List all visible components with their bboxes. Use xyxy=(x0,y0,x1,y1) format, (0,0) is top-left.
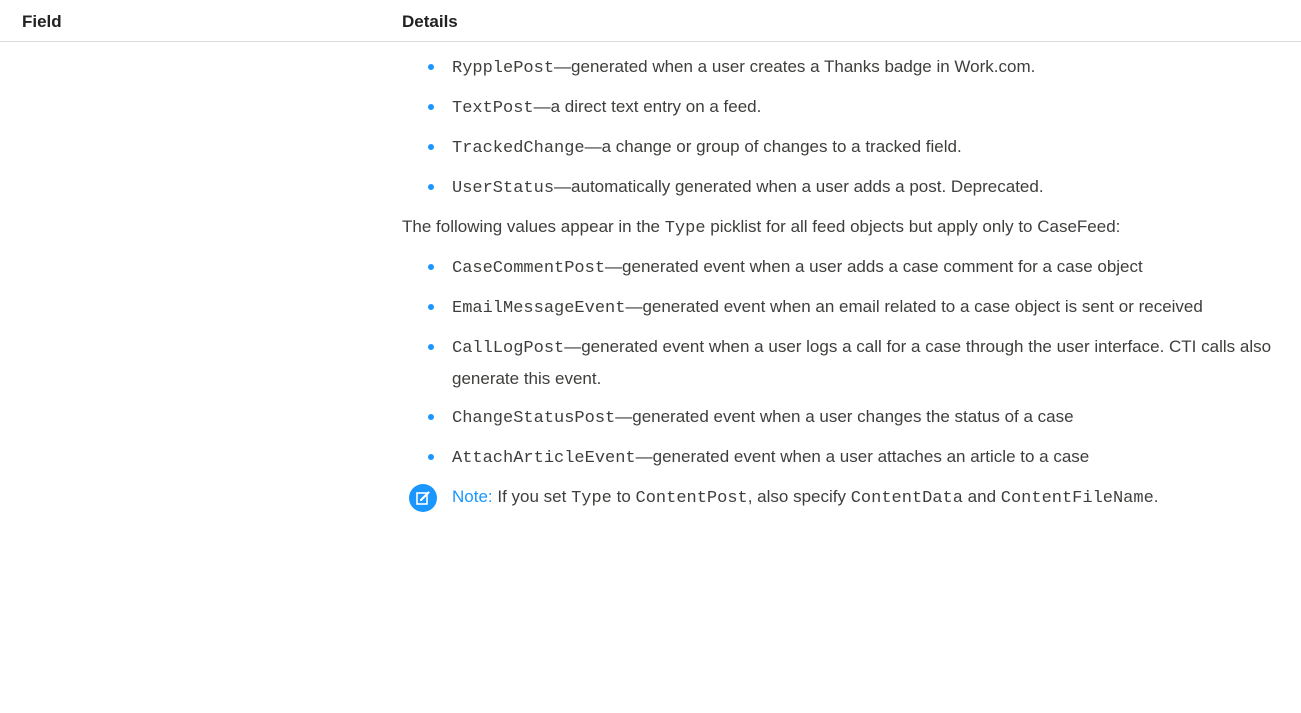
item-description: —generated event when a user changes the… xyxy=(615,407,1074,426)
bullet-icon xyxy=(428,454,434,460)
note-text: . xyxy=(1153,487,1159,506)
list-item: AttachArticleEvent—generated event when … xyxy=(402,442,1272,474)
item-description: —a direct text entry on a feed. xyxy=(533,97,762,116)
bullet-icon xyxy=(428,64,434,70)
item-description: —generated event when a user adds a case… xyxy=(605,257,1143,276)
code-value: TextPost xyxy=(452,99,534,118)
code-value: ContentFileName xyxy=(1000,489,1154,508)
column-header-field: Field xyxy=(22,12,62,31)
bullet-icon xyxy=(428,264,434,270)
table-header: Field Details xyxy=(0,0,1301,42)
code-value: EmailMessageEvent xyxy=(452,299,626,318)
code-value: Type xyxy=(571,489,612,508)
note-text: If you set xyxy=(492,487,572,506)
item-description: —generated event when a user attaches an… xyxy=(635,447,1090,466)
list-item: RypplePost—generated when a user creates… xyxy=(402,52,1272,84)
bullet-icon xyxy=(428,144,434,150)
list-item: UserStatus—automatically generated when … xyxy=(402,172,1272,204)
list-item: TrackedChange—a change or group of chang… xyxy=(402,132,1272,164)
bullet-icon xyxy=(428,344,434,350)
list-item: ChangeStatusPost—generated event when a … xyxy=(402,402,1272,434)
post-type-list: RypplePost—generated when a user creates… xyxy=(402,52,1272,204)
casefeed-paragraph: The following values appear in the Type … xyxy=(402,212,1272,244)
details-cell: RypplePost—generated when a user creates… xyxy=(402,52,1272,514)
note-text: and xyxy=(962,487,1001,506)
code-value: CallLogPost xyxy=(452,339,565,358)
list-item: CallLogPost—generated event when a user … xyxy=(402,332,1272,394)
code-value: ChangeStatusPost xyxy=(452,409,616,428)
code-value: RypplePost xyxy=(452,59,555,78)
item-description: —generated when a user creates a Thanks … xyxy=(554,57,1036,76)
note-callout: Note: If you set Type to ContentPost, al… xyxy=(402,482,1272,514)
code-value: Type xyxy=(664,219,706,238)
bullet-icon xyxy=(428,304,434,310)
code-value: ContentData xyxy=(850,489,963,508)
list-item: EmailMessageEvent—generated event when a… xyxy=(402,292,1272,324)
item-description: —generated event when a user logs a call… xyxy=(452,337,1272,388)
note-text: to xyxy=(611,487,636,506)
code-value: CaseCommentPost xyxy=(452,259,606,278)
list-item: TextPost—a direct text entry on a feed. xyxy=(402,92,1272,124)
paragraph-text: The following values appear in the xyxy=(402,217,665,236)
paragraph-text: picklist for all feed objects but apply … xyxy=(705,217,1121,236)
item-description: —generated event when an email related t… xyxy=(625,297,1203,316)
item-description: —automatically generated when a user add… xyxy=(554,177,1044,196)
code-value: AttachArticleEvent xyxy=(452,449,636,468)
list-item: CaseCommentPost—generated event when a u… xyxy=(402,252,1272,284)
bullet-icon xyxy=(428,184,434,190)
item-description: —a change or group of changes to a track… xyxy=(584,137,962,156)
code-value: UserStatus xyxy=(452,179,555,198)
bullet-icon xyxy=(428,414,434,420)
note-label: Note: xyxy=(452,487,493,506)
note-edit-icon xyxy=(409,484,437,512)
bullet-icon xyxy=(428,104,434,110)
code-value: TrackedChange xyxy=(452,139,585,158)
casefeed-type-list: CaseCommentPost—generated event when a u… xyxy=(402,252,1272,474)
column-header-details: Details xyxy=(402,12,458,31)
note-text: , also specify xyxy=(747,487,851,506)
code-value: ContentPost xyxy=(635,489,748,508)
